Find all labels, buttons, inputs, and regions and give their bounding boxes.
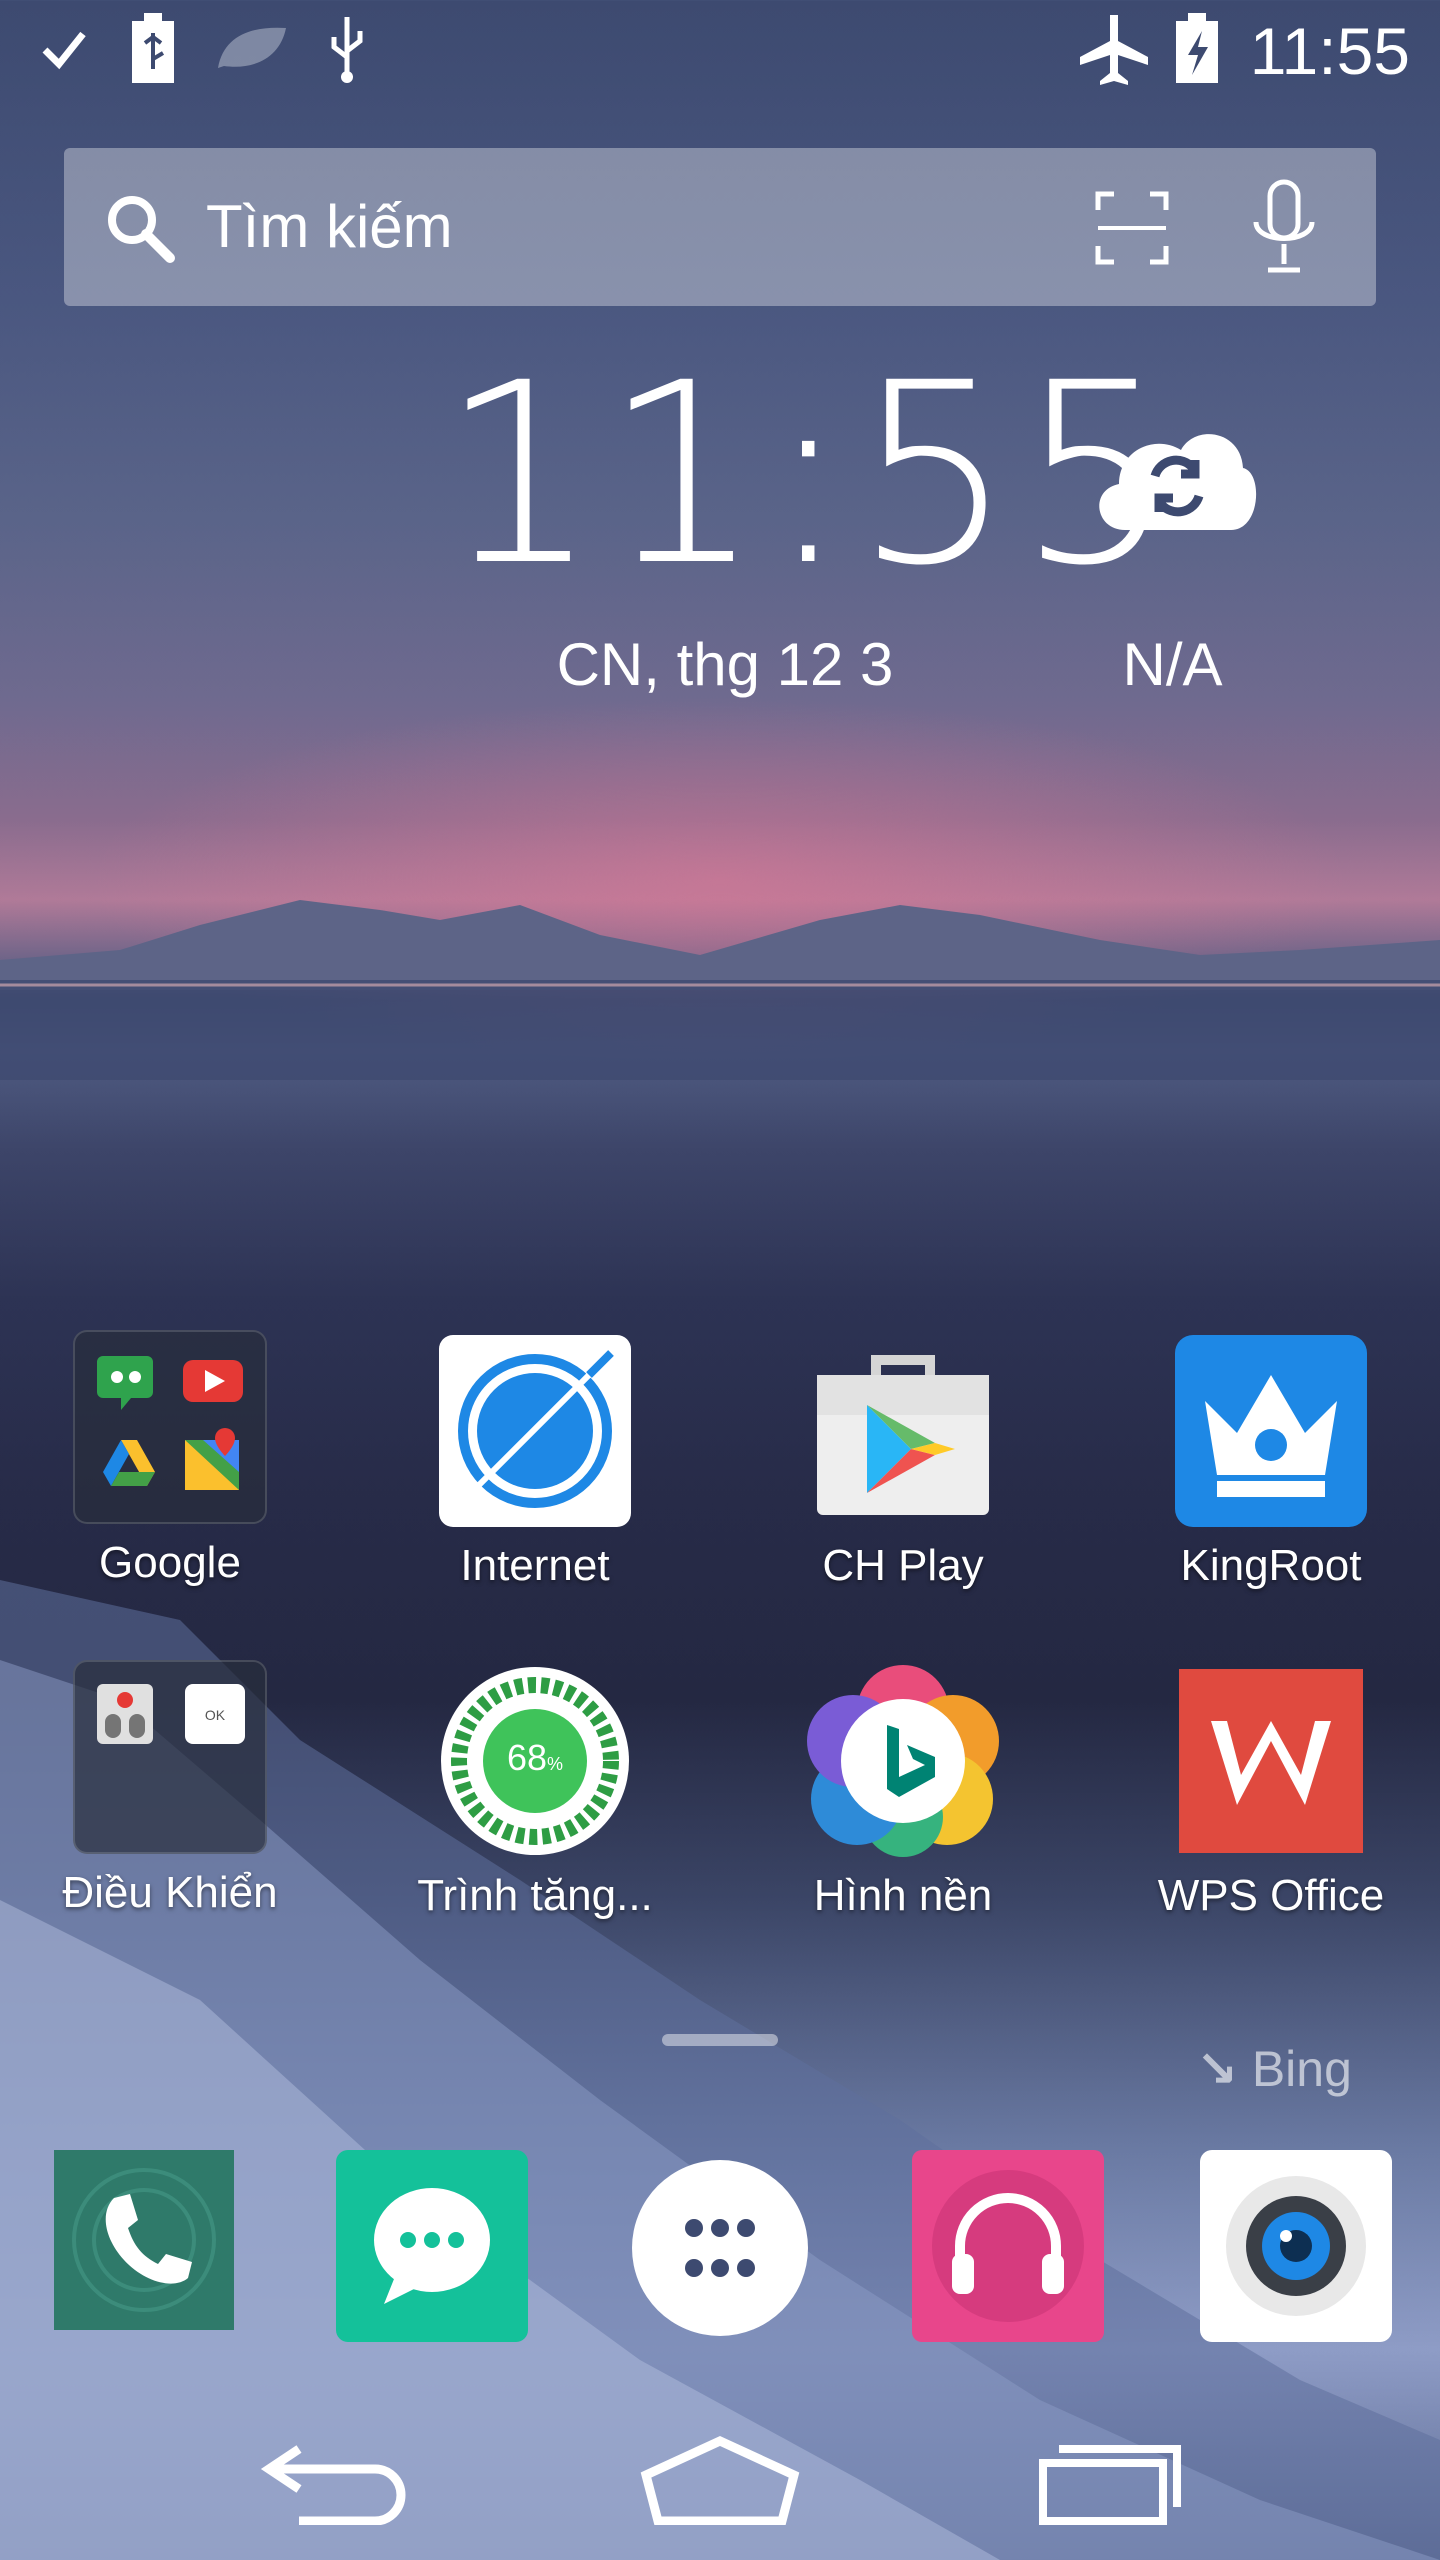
app-label: Google <box>99 1538 241 1587</box>
app-label: KingRoot <box>1180 1541 1362 1590</box>
microphone-icon[interactable] <box>1244 178 1324 278</box>
messages-icon[interactable] <box>336 2150 528 2342</box>
search-input[interactable]: Tìm kiếm <box>206 190 453 264</box>
search-bar[interactable]: Tìm kiếm <box>64 148 1376 306</box>
wallpaper-mountains <box>0 900 1440 1080</box>
bing-label: Bing <box>1251 2041 1352 2097</box>
music-icon[interactable] <box>912 2150 1104 2342</box>
folder-icon <box>73 1330 267 1524</box>
bing-logo-icon: ↘ <box>1196 2041 1238 2097</box>
crown-icon <box>1175 1335 1367 1527</box>
status-bar: 11:55 <box>0 0 1440 100</box>
scan-icon[interactable] <box>1094 190 1170 266</box>
camera-icon[interactable] <box>1200 2150 1392 2342</box>
back-icon[interactable] <box>254 2430 414 2530</box>
internet-app-icon <box>439 1335 631 1527</box>
battery-usb-icon <box>128 13 178 84</box>
booster-percent: 68 <box>506 1737 548 1778</box>
recents-icon[interactable] <box>1035 2430 1185 2530</box>
app-label: Điều Khiển <box>62 1868 278 1917</box>
leaf-icon <box>212 14 292 84</box>
app-dieu-khien-folder[interactable]: OK Điều Khiển <box>0 1660 340 1918</box>
usb-icon <box>322 14 372 84</box>
app-hinh-nen[interactable]: Hình nền <box>733 1665 1073 1921</box>
search-icon <box>108 196 175 263</box>
status-time: 11:55 <box>1249 14 1410 88</box>
check-icon <box>34 14 94 84</box>
booster-percent-unit: % <box>547 1754 564 1774</box>
svg-text:OK: OK <box>205 1707 226 1723</box>
phone-icon[interactable] <box>54 2150 246 2342</box>
app-drawer-icon[interactable] <box>632 2160 824 2352</box>
app-booster[interactable]: 68% Trình tăng... <box>365 1665 705 1921</box>
play-store-icon <box>807 1335 999 1527</box>
home-icon[interactable] <box>640 2430 800 2530</box>
weather-refresh-icon[interactable] <box>1085 410 1260 540</box>
app-label: CH Play <box>822 1541 984 1590</box>
clock-widget-date: CN, thg 12 3 <box>556 631 894 698</box>
weather-status: N/A <box>1122 631 1223 698</box>
wps-office-icon <box>1175 1665 1367 1857</box>
bing-watermark: ↘ Bing <box>1196 2040 1352 2098</box>
booster-gauge-icon: 68% <box>439 1665 631 1857</box>
app-label: Hình nền <box>813 1871 993 1920</box>
wallpaper-ice <box>0 1580 1440 2560</box>
app-google-folder[interactable]: Google <box>0 1330 340 1588</box>
app-internet[interactable]: Internet <box>365 1335 705 1591</box>
folder-icon: OK <box>73 1660 267 1854</box>
clock-widget-time[interactable]: 11:55 <box>440 350 1176 600</box>
app-label: Internet <box>460 1541 610 1590</box>
app-label: WPS Office <box>1157 1871 1385 1920</box>
app-wps-office[interactable]: WPS Office <box>1101 1665 1440 1921</box>
app-ch-play[interactable]: CH Play <box>733 1335 1073 1591</box>
bing-wallpaper-icon <box>807 1665 999 1857</box>
airplane-mode-icon <box>1074 14 1154 85</box>
drawer-handle[interactable] <box>662 2034 778 2046</box>
app-kingroot[interactable]: KingRoot <box>1101 1335 1440 1591</box>
battery-charging-icon <box>1172 13 1222 84</box>
app-label: Trình tăng... <box>417 1871 653 1920</box>
